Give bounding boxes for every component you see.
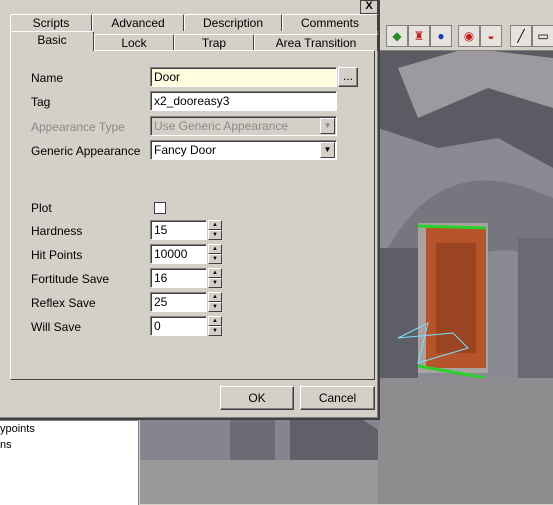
hardness-stepper[interactable]: ▲ ▼	[208, 220, 222, 240]
fortitude-save-stepper[interactable]: ▲ ▼	[208, 268, 222, 288]
tab-trap[interactable]: Trap	[174, 34, 254, 51]
door-properties-dialog: X Scripts Advanced Description Comments …	[0, 0, 380, 420]
tab-area-transition[interactable]: Area Transition	[254, 34, 378, 51]
fortitude-save-label: Fortitude Save	[31, 272, 110, 286]
hit-points-stepper[interactable]: ▲ ▼	[208, 244, 222, 264]
will-save-field[interactable]: 0	[150, 316, 207, 336]
appearance-type-value: Use Generic Appearance	[154, 119, 289, 133]
tab-scripts[interactable]: Scripts	[10, 14, 92, 31]
resource-tree[interactable]: ypoints ns	[0, 420, 139, 505]
toolbar: ◆ ♜ ● ◉ ◒ ╱ ▭	[378, 20, 553, 51]
hit-points-label: Hit Points	[31, 248, 83, 262]
will-save-stepper[interactable]: ▲ ▼	[208, 316, 222, 336]
brush-icon[interactable]: ╱	[510, 25, 532, 47]
tree-item-ns[interactable]: ns	[0, 439, 12, 451]
hardness-field[interactable]: 15	[150, 220, 207, 240]
tree-item-waypoints[interactable]: ypoints	[0, 423, 35, 435]
tab-comments[interactable]: Comments	[282, 14, 378, 31]
name-field[interactable]: Door	[150, 67, 337, 87]
fortitude-save-field[interactable]: 16	[150, 268, 207, 288]
generic-appearance-label: Generic Appearance	[31, 144, 141, 158]
tab-lock[interactable]: Lock	[94, 34, 174, 51]
tab-basic[interactable]: Basic	[10, 31, 94, 51]
mouth-icon[interactable]: ◒	[480, 25, 502, 47]
reflex-save-label: Reflex Save	[31, 296, 96, 310]
appearance-type-label: Appearance Type	[31, 120, 125, 134]
plot-label: Plot	[31, 201, 52, 215]
close-button[interactable]: X	[360, 0, 378, 14]
game-viewport[interactable]	[378, 48, 553, 504]
chevron-down-icon: ▼	[320, 142, 335, 158]
tag-field[interactable]: x2_dooreasy3	[150, 91, 337, 111]
dialog-titlebar[interactable]	[0, 0, 378, 14]
hardness-label: Hardness	[31, 224, 83, 238]
tab-description[interactable]: Description	[184, 14, 282, 31]
reflex-save-stepper[interactable]: ▲ ▼	[208, 292, 222, 312]
paint-icon[interactable]: ▭	[532, 25, 553, 47]
generic-appearance-value: Fancy Door	[154, 143, 217, 157]
tab-advanced[interactable]: Advanced	[92, 14, 184, 31]
will-save-label: Will Save	[31, 320, 82, 334]
eye-icon[interactable]: ◉	[458, 25, 480, 47]
chevron-down-icon: ▼	[320, 118, 335, 134]
appearance-type-select[interactable]: Use Generic Appearance ▼	[150, 116, 337, 136]
name-label: Name	[31, 71, 64, 85]
reflex-save-field[interactable]: 25	[150, 292, 207, 312]
pin-icon[interactable]: ♜	[408, 25, 430, 47]
hit-points-field[interactable]: 10000	[150, 244, 207, 264]
diamond-icon[interactable]: ◆	[386, 25, 408, 47]
tag-label: Tag	[31, 95, 51, 109]
cancel-button[interactable]: Cancel	[300, 386, 375, 410]
creature-icon[interactable]: ●	[430, 25, 452, 47]
name-browse-button[interactable]: ...	[338, 67, 358, 87]
generic-appearance-select[interactable]: Fancy Door ▼	[150, 140, 337, 160]
plot-checkbox[interactable]	[154, 202, 166, 214]
ok-button[interactable]: OK	[220, 386, 294, 410]
